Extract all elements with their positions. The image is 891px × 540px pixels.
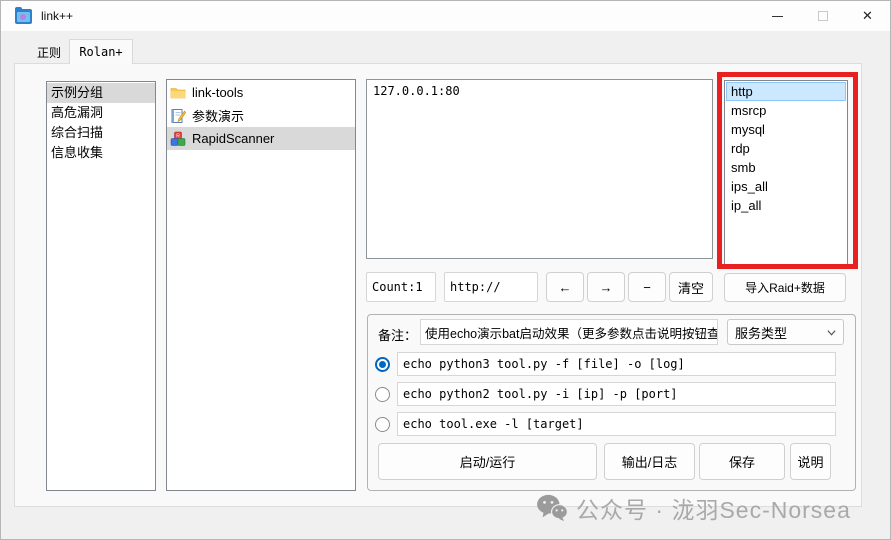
minus-icon: − xyxy=(643,280,651,295)
tool-item-param-demo[interactable]: 参数演示 xyxy=(167,104,355,127)
service-item-smb[interactable]: smb xyxy=(726,158,846,177)
service-item-ip-all[interactable]: ip_all xyxy=(726,196,846,215)
app-folder-icon xyxy=(15,9,32,24)
target-textarea[interactable]: 127.0.0.1:80 xyxy=(366,79,713,259)
note-label: 备注： xyxy=(378,325,417,344)
help-button[interactable]: 说明 xyxy=(790,443,831,480)
minimize-icon xyxy=(772,16,783,17)
watermark: 公众号 · 泷羽Sec-Norsea xyxy=(536,490,851,526)
count-field[interactable]: Count:1 xyxy=(366,272,436,302)
service-item-msrcp[interactable]: msrcp xyxy=(726,101,846,120)
clear-button[interactable]: 清空 xyxy=(669,272,713,302)
service-listbox: http msrcp mysql rdp smb ips_all ip_all xyxy=(724,80,848,265)
maximize-icon xyxy=(818,11,828,21)
folder-icon xyxy=(170,85,186,101)
command-input-2[interactable]: echo python2 tool.py -i [ip] -p [port] xyxy=(397,382,836,406)
window-title: link++ xyxy=(41,9,73,23)
tool-item-label: link-tools xyxy=(192,85,243,100)
service-item-ips-all[interactable]: ips_all xyxy=(726,177,846,196)
close-icon: ✕ xyxy=(862,8,873,24)
command-radio-1[interactable] xyxy=(375,357,390,372)
sidebar-item-info-collect[interactable]: 信息收集 xyxy=(47,143,155,163)
service-type-dropdown[interactable]: 服务类型 xyxy=(727,319,844,345)
tool-item-link-tools[interactable]: link-tools xyxy=(167,81,355,104)
sidebar-item-high-risk[interactable]: 高危漏洞 xyxy=(47,103,155,123)
right-arrow-icon: → xyxy=(600,280,613,295)
service-item-mysql[interactable]: mysql xyxy=(726,120,846,139)
command-input-1[interactable]: echo python3 tool.py -f [file] -o [log] xyxy=(397,352,836,376)
service-item-http[interactable]: http xyxy=(726,82,846,101)
save-button[interactable]: 保存 xyxy=(699,443,785,480)
app-window: link++ ✕ 正则 Rolan+ 示例分组 高危漏洞 综合扫描 信息收集 l… xyxy=(0,0,891,540)
wechat-icon xyxy=(536,494,568,522)
prev-arrow-button[interactable]: ← xyxy=(546,272,584,302)
tab-regex[interactable]: 正则 xyxy=(29,42,69,63)
note-input[interactable]: 使用echo演示bat启动效果（更多参数点击说明按钮查看） xyxy=(420,319,718,345)
command-radio-3[interactable] xyxy=(375,417,390,432)
tab-rolan[interactable]: Rolan+ xyxy=(69,39,133,64)
remove-button[interactable]: − xyxy=(628,272,666,302)
svg-text:R: R xyxy=(176,133,180,139)
command-radio-2[interactable] xyxy=(375,387,390,402)
sidebar-item-example-group[interactable]: 示例分组 xyxy=(47,83,155,103)
close-button[interactable]: ✕ xyxy=(845,1,890,31)
import-raid-data-button[interactable]: 导入Raid+数据 xyxy=(724,273,846,302)
group-listbox: 示例分组 高危漏洞 综合扫描 信息收集 xyxy=(46,81,156,491)
window-controls: ✕ xyxy=(755,1,890,31)
protocol-field[interactable]: http:// xyxy=(444,272,538,302)
left-arrow-icon: ← xyxy=(559,280,572,295)
notepad-icon xyxy=(170,108,186,124)
tools-listbox: link-tools 参数演示 R RapidScanner xyxy=(166,79,356,491)
tool-item-label: 参数演示 xyxy=(192,106,244,125)
run-button[interactable]: 启动/运行 xyxy=(378,443,597,480)
maximize-button[interactable] xyxy=(800,1,845,31)
output-log-button[interactable]: 输出/日志 xyxy=(604,443,695,480)
watermark-text: 公众号 · 泷羽Sec-Norsea xyxy=(576,491,851,525)
command-input-3[interactable]: echo tool.exe -l [target] xyxy=(397,412,836,436)
title-bar: link++ ✕ xyxy=(1,1,890,31)
service-item-rdp[interactable]: rdp xyxy=(726,139,846,158)
minimize-button[interactable] xyxy=(755,1,800,31)
tool-item-label: RapidScanner xyxy=(192,131,274,146)
chevron-down-icon xyxy=(827,328,836,337)
next-arrow-button[interactable]: → xyxy=(587,272,625,302)
sidebar-item-combined-scan[interactable]: 综合扫描 xyxy=(47,123,155,143)
cubes-icon: R xyxy=(170,131,186,147)
tool-item-rapidscanner[interactable]: R RapidScanner xyxy=(167,127,355,150)
service-type-value: 服务类型 xyxy=(735,323,787,342)
